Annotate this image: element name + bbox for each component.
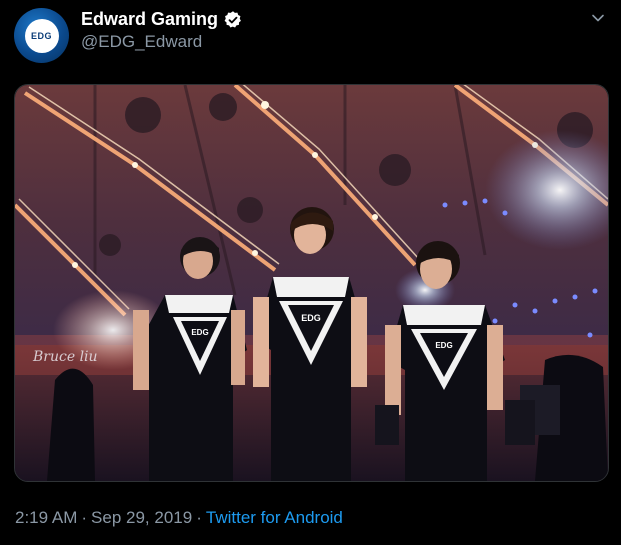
photo-watermark: Bruce liu [32,349,98,365]
avatar-logo: EDG [24,18,59,53]
jersey-logo-text: EDG [191,328,208,337]
photo-scene: EDG EDG EDG Bruce liu [15,85,608,481]
tweet-source-link[interactable]: Twitter for Android [206,508,343,527]
tweet-time[interactable]: 2:19 AM [15,508,77,527]
author-display-name[interactable]: Edward Gaming [81,9,218,30]
avatar[interactable]: EDG [14,8,69,63]
author-handle[interactable]: @EDG_Edward [81,32,202,52]
verified-badge-icon [224,10,241,27]
tweet-photo[interactable]: EDG EDG EDG Bruce liu [14,84,609,482]
jersey-logo-text: EDG [301,313,321,323]
chevron-down-icon[interactable] [590,10,606,26]
author-name-row: Edward Gaming [81,9,243,30]
tweet-meta: 2:19 AM · Sep 29, 2019 · Twitter for Android [15,508,343,528]
jersey-logo-text: EDG [435,341,452,350]
meta-separator: · [81,508,88,527]
tweet-date[interactable]: Sep 29, 2019 [91,508,192,527]
avatar-text: EDG [30,30,52,41]
meta-separator: · [196,508,202,527]
